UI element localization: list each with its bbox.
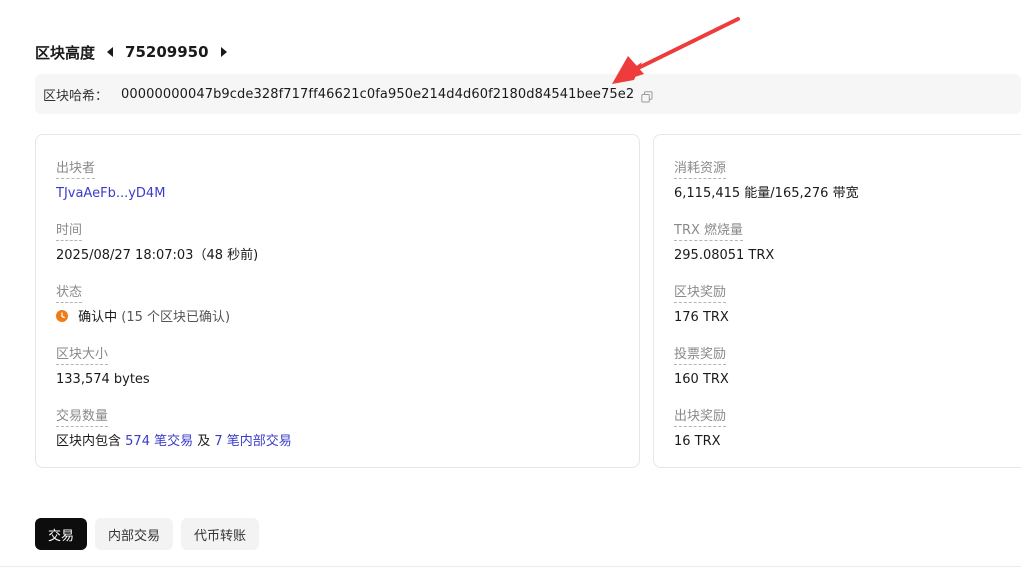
block-header: 区块高度 75209950 — [35, 40, 231, 64]
block-hash-label: 区块哈希： — [43, 88, 109, 104]
internal-tx-link[interactable]: 7 笔内部交易 — [214, 434, 291, 449]
size-label: 区块大小 — [56, 346, 109, 365]
producer-link[interactable]: TJvaAeFb...yD4M — [56, 186, 165, 201]
producer-label: 出块者 — [56, 160, 96, 179]
tab-transactions[interactable]: 交易 — [35, 518, 88, 550]
time-value: 2025/08/27 18:07:03（48 秒前) — [56, 248, 259, 263]
copy-glyph — [641, 91, 653, 103]
tx-count-prefix: 区块内包含 — [56, 434, 122, 449]
vote-reward-value: 160 TRX — [674, 372, 729, 387]
bottom-divider — [0, 566, 1021, 567]
block-info-card: 出块者 TJvaAeFb...yD4M 时间 2025/08/27 18:07:… — [35, 134, 640, 468]
block-hash-value: 00000000047b9cde328f717ff46621c0fa950e21… — [121, 86, 635, 102]
producer-reward-value: 16 TRX — [674, 434, 721, 449]
block-hash-bar: 区块哈希： 00000000047b9cde328f717ff46621c0fa… — [35, 74, 1021, 114]
prev-block-button[interactable] — [103, 45, 117, 59]
trx-burn-label: TRX 燃烧量 — [674, 222, 744, 241]
status-label: 状态 — [56, 284, 83, 303]
clock-icon — [56, 310, 78, 325]
tx-count-link[interactable]: 574 笔交易 — [125, 434, 193, 449]
caret-right-icon — [220, 47, 227, 57]
producer-reward-label: 出块奖励 — [674, 408, 727, 427]
producer-reward-field: 出块奖励 16 TRX — [674, 405, 727, 451]
block-reward-field: 区块奖励 176 TRX — [674, 281, 729, 327]
block-reward-label: 区块奖励 — [674, 284, 727, 303]
status-value: 确认中 — [78, 310, 118, 325]
size-field: 区块大小 133,574 bytes — [56, 343, 150, 389]
resources-field: 消耗资源 6,115,415 能量/165,276 带宽 — [674, 157, 859, 203]
producer-field: 出块者 TJvaAeFb...yD4M — [56, 157, 165, 203]
vote-reward-label: 投票奖励 — [674, 346, 727, 365]
resources-value: 6,115,415 能量/165,276 带宽 — [674, 186, 859, 201]
resource-info-card: 消耗资源 6,115,415 能量/165,276 带宽 TRX 燃烧量 295… — [653, 134, 1021, 468]
trx-burn-field: TRX 燃烧量 295.08051 TRX — [674, 219, 774, 265]
tab-internal-transactions[interactable]: 内部交易 — [95, 518, 174, 550]
tx-count-label: 交易数量 — [56, 408, 109, 427]
next-block-button[interactable] — [217, 45, 231, 59]
page-title: 区块高度 — [35, 43, 96, 62]
time-label: 时间 — [56, 222, 83, 241]
status-detail: (15 个区块已确认) — [121, 310, 231, 325]
resources-label: 消耗资源 — [674, 160, 727, 179]
copy-icon[interactable] — [641, 88, 653, 103]
tx-count-conj: 及 — [197, 434, 211, 449]
block-number: 75209950 — [125, 43, 209, 61]
time-field: 时间 2025/08/27 18:07:03（48 秒前) — [56, 219, 258, 265]
trx-burn-value: 295.08051 TRX — [674, 248, 775, 263]
tab-bar: 交易 内部交易 代币转账 — [35, 518, 260, 550]
status-field: 状态 确认中 (15 个区块已确认) — [56, 281, 230, 327]
tx-count-field: 交易数量 区块内包含 574 笔交易 及 7 笔内部交易 — [56, 405, 292, 451]
caret-left-icon — [107, 47, 114, 57]
vote-reward-field: 投票奖励 160 TRX — [674, 343, 729, 389]
size-value: 133,574 bytes — [56, 372, 150, 387]
tab-token-transfers[interactable]: 代币转账 — [181, 518, 260, 550]
block-reward-value: 176 TRX — [674, 310, 729, 325]
